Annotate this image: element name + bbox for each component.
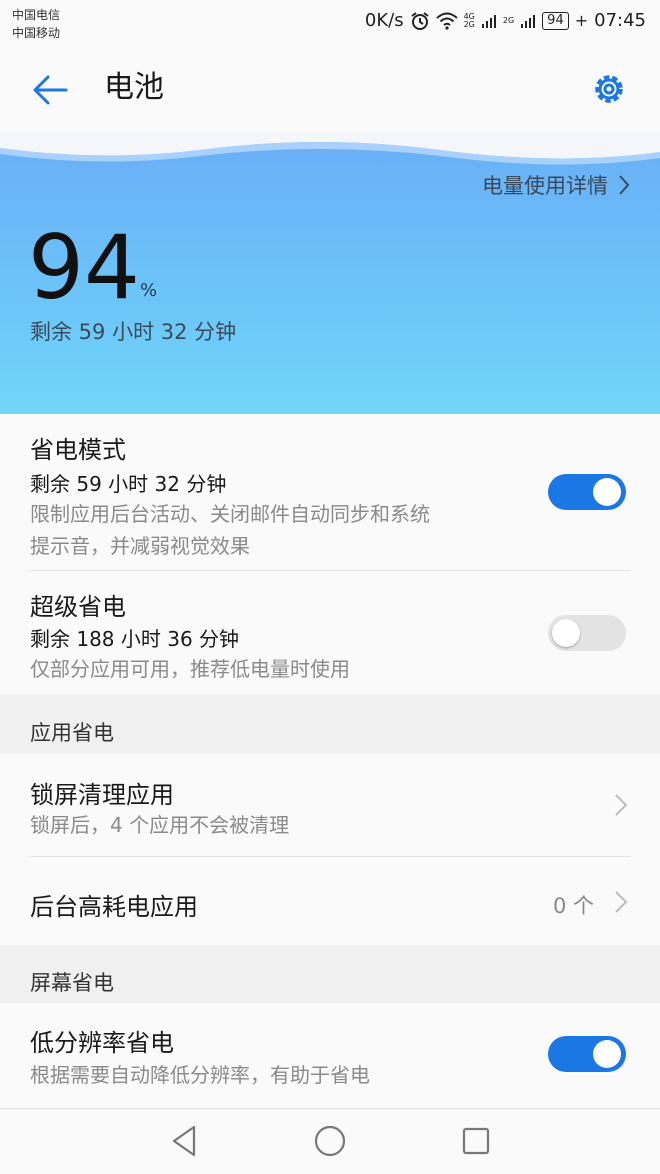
low-resolution-title: 低分辨率省电: [30, 1029, 174, 1057]
low-resolution-desc: 根据需要自动降低分辨率，有助于省电: [30, 1063, 370, 1087]
chevron-right-icon: [615, 891, 628, 913]
status-icons: 0K/s 4G 2G 2G 94 + 07:45: [365, 10, 646, 31]
charging-plus-icon: +: [574, 11, 589, 30]
usage-details-link[interactable]: 电量使用详情: [482, 170, 630, 200]
low-resolution-toggle[interactable]: [548, 1036, 626, 1072]
battery-hero-panel: 电量使用详情 94 % 剩余 59 小时 32 分钟: [0, 132, 660, 414]
percent-sign: %: [140, 280, 158, 301]
app-saving-section-header: 应用省电: [0, 695, 660, 753]
settings-gear-icon[interactable]: [588, 68, 630, 110]
signal-icon-2: [521, 14, 536, 28]
toggle-knob: [552, 619, 580, 647]
ultra-saving-toggle[interactable]: [548, 615, 626, 651]
lock-clean-row[interactable]: 锁屏清理应用 锁屏后，4 个应用不会被清理: [0, 753, 660, 856]
status-bar: 中国电信 中国移动 0K/s 4G 2G 2G 94 + 07:45: [0, 0, 660, 48]
clock: 07:45: [594, 10, 646, 31]
power-saving-title: 省电模式: [30, 436, 126, 464]
app-bar: 电池: [0, 48, 660, 132]
chevron-right-icon: [615, 794, 628, 816]
low-resolution-row[interactable]: 低分辨率省电 根据需要自动降低分辨率，有助于省电: [0, 1003, 660, 1108]
ultra-saving-desc: 仅部分应用可用，推荐低电量时使用: [30, 657, 350, 681]
system-nav-bar: [0, 1108, 660, 1174]
back-arrow-icon[interactable]: [30, 70, 70, 110]
nav-back-icon[interactable]: [166, 1123, 202, 1159]
power-saving-desc-1: 限制应用后台活动、关闭邮件自动同步和系统: [30, 502, 430, 526]
network-type-1: 4G 2G: [463, 11, 475, 29]
lock-clean-title: 锁屏清理应用: [30, 781, 174, 809]
toggle-knob: [593, 478, 621, 506]
network-type-2: 2G: [502, 15, 515, 25]
ultra-saving-title: 超级省电: [30, 593, 126, 621]
alarm-icon: [410, 11, 429, 30]
carrier-2: 中国移动: [12, 26, 61, 40]
screen-saving-section-header: 屏幕省电: [0, 945, 660, 1003]
power-saving-toggle[interactable]: [548, 474, 626, 510]
carrier-names: 中国电信 中国移动: [12, 6, 60, 42]
background-apps-title: 后台高耗电应用: [30, 893, 198, 921]
wave-decoration: [0, 132, 660, 165]
ultra-saving-remaining: 剩余 188 小时 36 分钟: [30, 627, 240, 651]
power-saving-desc-2: 提示音，并减弱视觉效果: [30, 534, 250, 558]
page-title: 电池: [104, 70, 164, 105]
signal-icon-1: [481, 14, 496, 28]
ultra-saving-row[interactable]: 超级省电 剩余 188 小时 36 分钟 仅部分应用可用，推荐低电量时使用: [0, 571, 660, 695]
nav-recents-icon[interactable]: [458, 1123, 494, 1159]
carrier-1: 中国电信: [12, 8, 61, 22]
remaining-time: 剩余 59 小时 32 分钟: [30, 320, 237, 344]
chevron-right-icon: [619, 175, 630, 195]
background-apps-count: 0 个: [552, 894, 594, 918]
battery-percent: 94: [28, 216, 140, 319]
nav-home-icon[interactable]: [312, 1123, 348, 1159]
toggle-knob: [593, 1040, 621, 1068]
battery-indicator: 94: [542, 11, 569, 30]
power-saving-row[interactable]: 省电模式 剩余 59 小时 32 分钟 限制应用后台活动、关闭邮件自动同步和系统…: [0, 414, 660, 570]
wifi-icon: [435, 12, 458, 30]
power-saving-remaining: 剩余 59 小时 32 分钟: [30, 472, 227, 496]
network-speed: 0K/s: [364, 10, 404, 31]
section-title: 屏幕省电: [30, 971, 114, 995]
lock-clean-desc: 锁屏后，4 个应用不会被清理: [30, 813, 290, 837]
section-title: 应用省电: [30, 721, 114, 745]
background-apps-row[interactable]: 后台高耗电应用 0 个: [0, 857, 660, 945]
usage-details-label: 电量使用详情: [482, 174, 608, 198]
